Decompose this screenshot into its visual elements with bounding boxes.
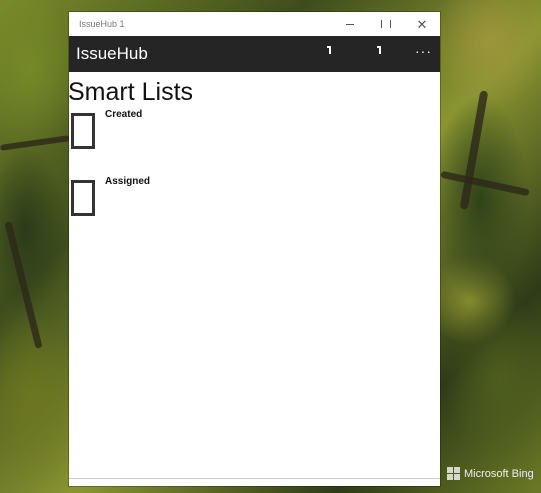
- main-content: Smart Lists Created Assigned: [68, 77, 440, 241]
- smart-list-label: Assigned: [105, 176, 151, 187]
- close-icon: ✕: [416, 16, 428, 32]
- bottom-divider: [69, 478, 440, 479]
- minimize-button[interactable]: [332, 12, 368, 36]
- appbar-action-icon[interactable]: [374, 46, 384, 56]
- smart-list-item-assigned[interactable]: Assigned: [69, 174, 440, 241]
- background-branch: [440, 170, 530, 197]
- background-branch: [0, 135, 71, 151]
- page-title: Smart Lists: [68, 78, 194, 106]
- smart-list-item-created[interactable]: Created: [69, 107, 440, 174]
- smart-list-label: Created: [105, 109, 143, 120]
- list-tile-icon: [71, 180, 95, 216]
- maximize-button[interactable]: [368, 12, 404, 36]
- background-branch: [4, 221, 43, 349]
- more-options-button[interactable]: ···: [415, 44, 432, 58]
- window-title: IssueHub 1: [79, 19, 125, 29]
- app-title: IssueHub: [76, 44, 148, 63]
- appbar-action-icon[interactable]: [324, 46, 334, 56]
- watermark-text: Microsoft Bing: [464, 467, 534, 480]
- bing-watermark: Microsoft Bing: [447, 467, 534, 480]
- background-branch: [459, 90, 489, 210]
- app-bar: IssueHub ···: [69, 36, 440, 72]
- maximize-icon: [381, 20, 391, 28]
- title-bar[interactable]: IssueHub 1 ✕: [69, 12, 440, 36]
- microsoft-logo-icon: [447, 467, 460, 480]
- list-tile-icon: [71, 113, 95, 149]
- close-button[interactable]: ✕: [404, 12, 440, 36]
- app-window: IssueHub 1 ✕ IssueHub ··· Smart Lists Cr…: [68, 12, 440, 486]
- minimize-icon: [346, 23, 354, 25]
